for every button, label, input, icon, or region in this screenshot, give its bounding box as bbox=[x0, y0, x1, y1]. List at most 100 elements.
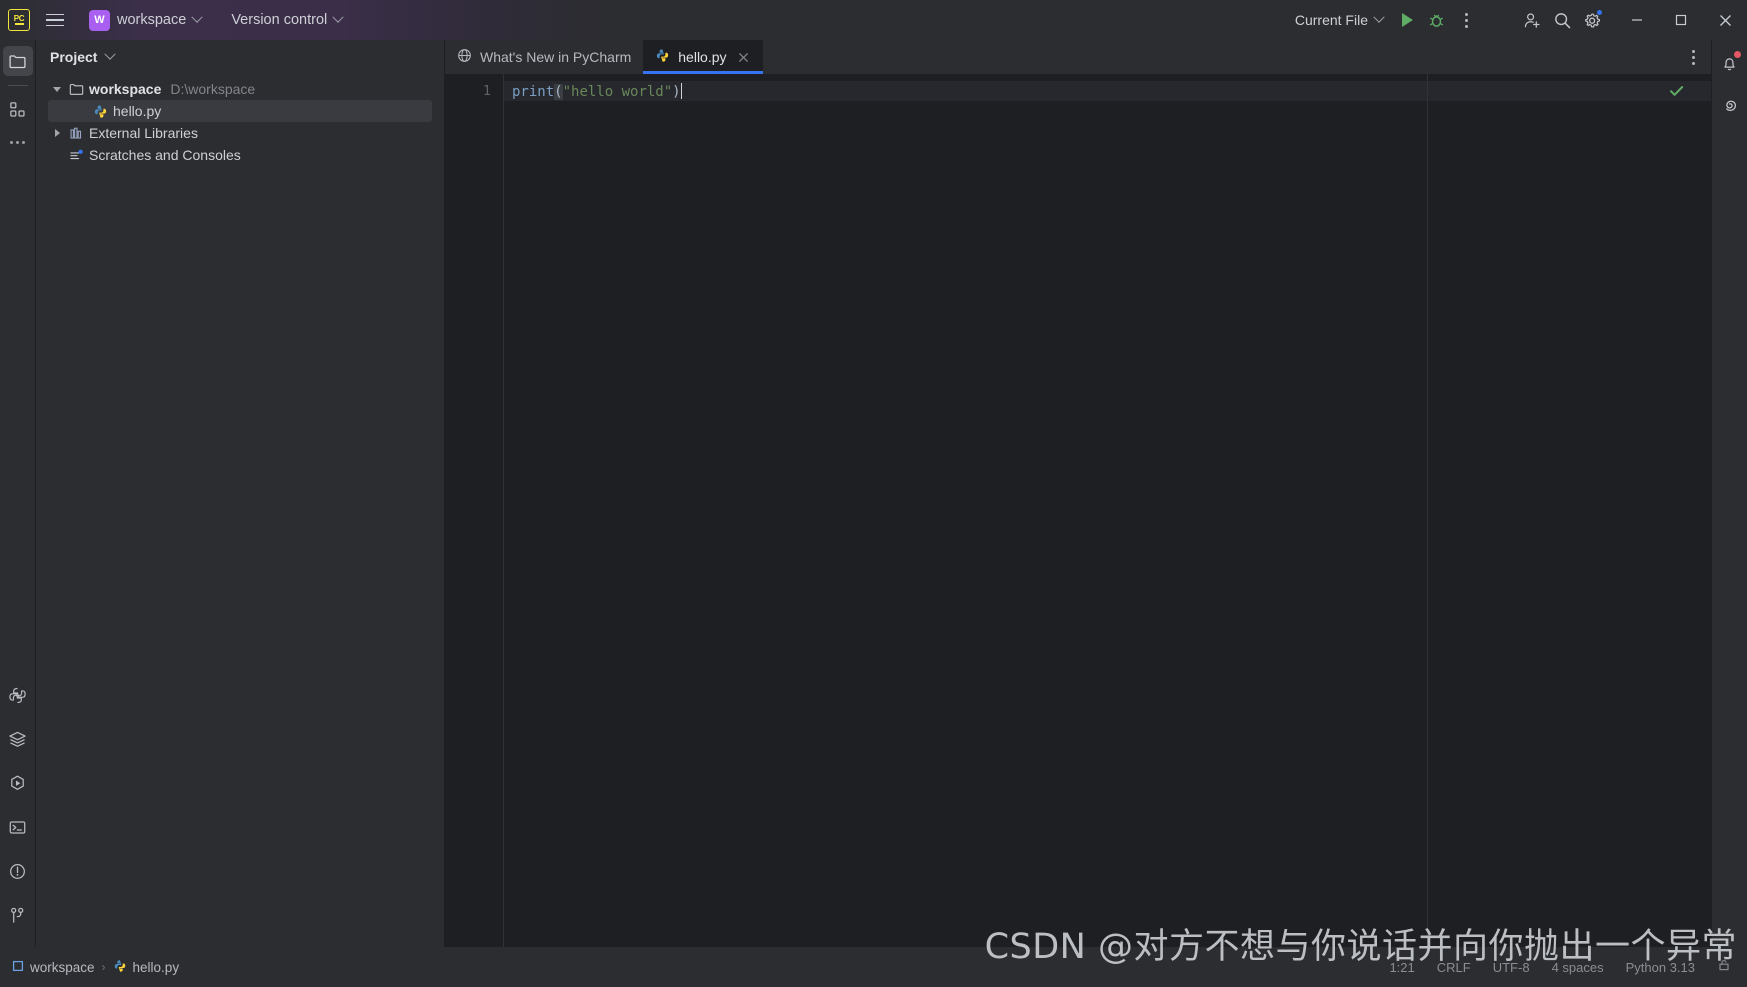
checkmark-icon bbox=[1669, 85, 1683, 96]
project-panel-title: Project bbox=[50, 49, 98, 65]
project-panel-header[interactable]: Project bbox=[36, 40, 444, 74]
editor-tab-options-button[interactable] bbox=[1692, 40, 1695, 74]
caret-position[interactable]: 1:21 bbox=[1389, 960, 1414, 975]
tree-node-label: workspace bbox=[89, 81, 162, 97]
breadcrumb-label: hello.py bbox=[132, 959, 180, 975]
chevron-down-icon bbox=[332, 11, 344, 23]
more-vertical-icon bbox=[1692, 49, 1695, 65]
pycharm-logo-text: PC bbox=[13, 14, 25, 24]
python-file-icon bbox=[113, 959, 127, 976]
right-margin-guide bbox=[1427, 74, 1428, 947]
breadcrumb-item-workspace[interactable]: workspace bbox=[12, 960, 95, 975]
tree-node-workspace[interactable]: workspace D:\workspace bbox=[36, 78, 444, 100]
title-bar-right-group: Current File bbox=[1287, 0, 1747, 40]
module-icon bbox=[12, 960, 24, 975]
debug-icon bbox=[1429, 14, 1443, 27]
chevron-right-icon[interactable] bbox=[48, 129, 66, 137]
tab-whats-new-in-pycharm[interactable]: What's New in PyCharm bbox=[445, 40, 643, 74]
python-file-icon bbox=[90, 104, 110, 119]
close-window-button[interactable] bbox=[1703, 0, 1747, 40]
right-tool-rail bbox=[1711, 40, 1747, 947]
run-configuration-label: Current File bbox=[1294, 12, 1368, 28]
version-control-label: Version control bbox=[231, 12, 328, 28]
code-token-paren-close: ) bbox=[672, 84, 681, 100]
ai-assistant-icon[interactable] bbox=[1715, 91, 1745, 121]
maximize-icon bbox=[1675, 14, 1687, 26]
tree-node-label: External Libraries bbox=[89, 125, 198, 141]
close-icon bbox=[1719, 14, 1731, 26]
tree-node-hello-py[interactable]: hello.py bbox=[48, 100, 432, 122]
code-text-area[interactable]: print("hello world") bbox=[504, 74, 1711, 947]
minimize-window-button[interactable] bbox=[1615, 0, 1659, 40]
maximize-window-button[interactable] bbox=[1659, 0, 1703, 40]
title-bar: PC W workspace Version control Current F… bbox=[0, 0, 1747, 40]
tree-node-path: D:\workspace bbox=[170, 81, 256, 97]
more-actions-button[interactable] bbox=[1451, 5, 1481, 35]
folder-icon bbox=[66, 82, 86, 97]
globe-icon bbox=[457, 48, 472, 66]
run-button[interactable] bbox=[1391, 5, 1421, 35]
add-account-button[interactable] bbox=[1517, 5, 1547, 35]
scratches-icon bbox=[66, 148, 86, 163]
version-control-menu[interactable]: Version control bbox=[224, 8, 349, 32]
title-bar-left-group: PC W workspace Version control bbox=[0, 0, 349, 40]
read-only-toggle-icon[interactable] bbox=[1717, 958, 1731, 977]
run-configuration-selector[interactable]: Current File bbox=[1287, 8, 1391, 32]
settings-notification-badge bbox=[1596, 9, 1603, 16]
library-icon bbox=[66, 126, 86, 141]
chevron-down-icon[interactable] bbox=[48, 86, 66, 92]
debug-button[interactable] bbox=[1421, 5, 1451, 35]
problems-icon[interactable] bbox=[3, 856, 33, 886]
run-tool-icon[interactable] bbox=[3, 768, 33, 798]
status-bar: workspace › hello.py 1:21 CRLF UTF-8 4 s… bbox=[0, 947, 1747, 987]
tree-node-label: hello.py bbox=[113, 103, 162, 119]
code-editor[interactable]: 1 print("hello world") bbox=[445, 74, 1711, 947]
python-console-icon[interactable] bbox=[3, 680, 33, 710]
project-badge: W bbox=[89, 9, 110, 31]
tab-label: What's New in PyCharm bbox=[480, 49, 632, 65]
tree-node-label: Scratches and Consoles bbox=[89, 147, 241, 163]
inspection-status-widget[interactable] bbox=[1663, 78, 1689, 102]
project-tool-window: Project workspace D:\workspace hello.py … bbox=[36, 40, 445, 947]
database-layers-icon[interactable] bbox=[3, 724, 33, 754]
chevron-down-icon bbox=[191, 11, 203, 23]
indent-size[interactable]: 4 spaces bbox=[1552, 960, 1604, 975]
left-tool-rail bbox=[0, 40, 36, 947]
terminal-icon[interactable] bbox=[3, 812, 33, 842]
close-icon[interactable] bbox=[737, 50, 751, 64]
project-selector[interactable]: W workspace bbox=[82, 6, 208, 35]
notifications-bell-icon[interactable] bbox=[1715, 48, 1745, 78]
more-tools-icon[interactable] bbox=[3, 127, 33, 157]
editor-tab-bar: What's New in PyCharm hello.py bbox=[445, 40, 1711, 74]
text-caret bbox=[680, 83, 683, 99]
breadcrumb-item-hello-py[interactable]: hello.py bbox=[113, 959, 180, 976]
hamburger-menu-icon[interactable] bbox=[40, 5, 70, 35]
tab-label: hello.py bbox=[678, 49, 727, 65]
line-separator[interactable]: CRLF bbox=[1437, 960, 1471, 975]
tree-node-scratches-and-consoles[interactable]: Scratches and Consoles bbox=[36, 144, 444, 166]
code-token-function: print bbox=[512, 84, 555, 100]
settings-button[interactable] bbox=[1577, 5, 1607, 35]
search-everywhere-button[interactable] bbox=[1547, 5, 1577, 35]
breadcrumb-separator: › bbox=[101, 960, 106, 974]
line-number-gutter: 1 bbox=[445, 74, 503, 947]
add-account-icon bbox=[1524, 12, 1540, 28]
pycharm-logo-icon: PC bbox=[8, 9, 30, 31]
notification-badge bbox=[1733, 51, 1741, 58]
file-encoding[interactable]: UTF-8 bbox=[1493, 960, 1530, 975]
python-file-icon bbox=[655, 48, 670, 66]
code-line-1[interactable]: print("hello world") bbox=[512, 83, 1711, 101]
project-tool-icon[interactable] bbox=[2, 46, 33, 76]
tab-hello-py[interactable]: hello.py bbox=[643, 40, 763, 74]
search-icon bbox=[1554, 12, 1570, 28]
chevron-down-icon bbox=[1373, 11, 1385, 23]
chevron-down-icon bbox=[104, 48, 117, 60]
tree-node-external-libraries[interactable]: External Libraries bbox=[36, 122, 444, 144]
code-token-paren-open: ( bbox=[554, 84, 563, 100]
structure-tool-icon[interactable] bbox=[3, 94, 33, 124]
pycharm-window: PC W workspace Version control Current F… bbox=[0, 0, 1747, 987]
version-control-branch-icon[interactable] bbox=[3, 900, 33, 930]
editor-area: What's New in PyCharm hello.py 1 print("… bbox=[445, 40, 1711, 947]
run-icon bbox=[1401, 13, 1413, 27]
python-interpreter[interactable]: Python 3.13 bbox=[1626, 960, 1695, 975]
